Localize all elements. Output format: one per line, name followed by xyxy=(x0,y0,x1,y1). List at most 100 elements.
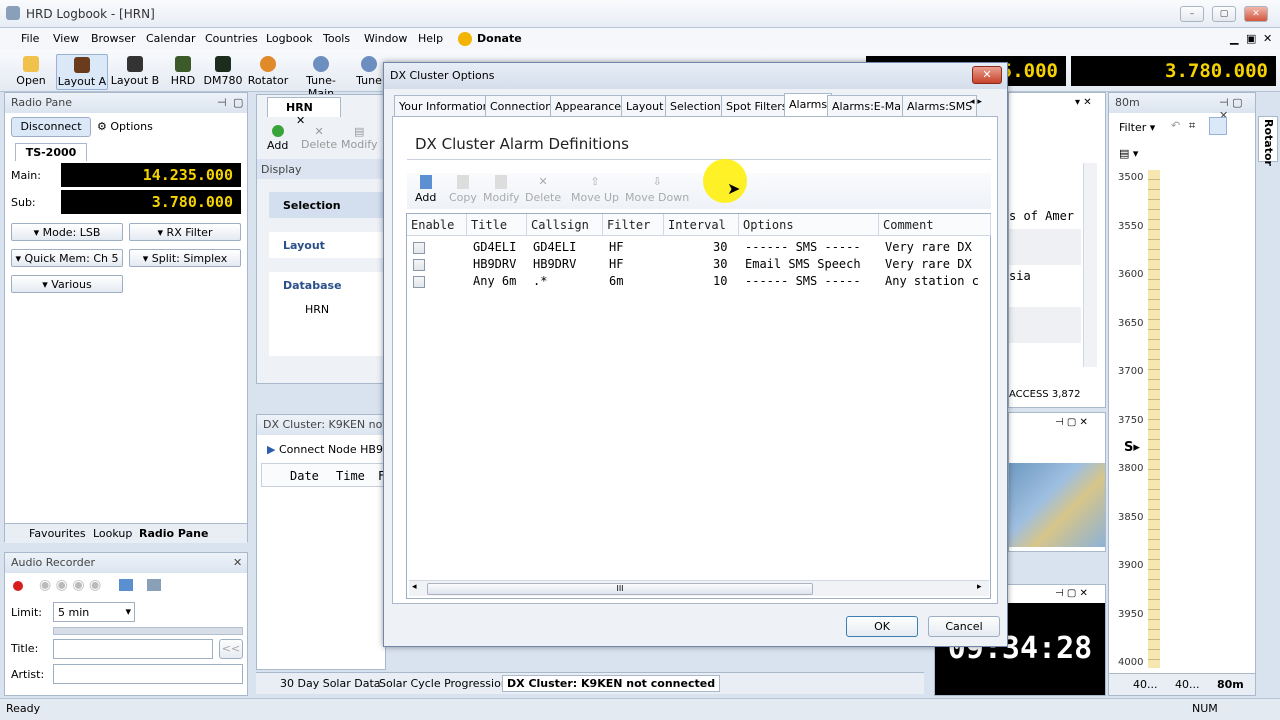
layout-item[interactable]: Layout xyxy=(269,232,385,258)
vertical-scrollbar[interactable] xyxy=(1083,163,1097,367)
mdi-minimize[interactable]: ▁ xyxy=(1230,32,1238,45)
tab-solar-data[interactable]: 30 Day Solar Data xyxy=(280,677,381,690)
alarm-move-down-button[interactable]: ⇩ Move Down xyxy=(625,175,689,204)
various-button[interactable]: ▾ Various xyxy=(11,275,123,293)
alarm-copy-button[interactable]: Copy xyxy=(449,175,477,204)
alarm-move-up-button[interactable]: ⇧ Move Up xyxy=(571,175,619,204)
scroll-left-icon[interactable]: ◂ xyxy=(412,582,417,592)
menu-browser[interactable]: Browser xyxy=(91,32,136,45)
open-button[interactable]: Open xyxy=(12,54,50,90)
col-time[interactable]: Time xyxy=(336,469,365,483)
cancel-button[interactable]: Cancel xyxy=(928,616,1000,637)
tab-solar-cycle[interactable]: Solar Cycle Progression xyxy=(379,677,508,690)
menu-view[interactable]: View xyxy=(53,32,79,45)
mode-button[interactable]: ▾ Mode: LSB xyxy=(11,223,123,241)
layout-a-button[interactable]: Layout A xyxy=(56,54,108,90)
menu-calendar[interactable]: Calendar xyxy=(146,32,195,45)
scroll-right-icon[interactable]: ▸ xyxy=(977,582,982,592)
tune-button[interactable]: Tune xyxy=(354,54,384,90)
hrn-modify-button[interactable]: ▤ Modify xyxy=(341,125,377,151)
alarm-delete-button[interactable]: ✕ Delete xyxy=(525,175,561,204)
rx-filter-button[interactable]: ▾ RX Filter xyxy=(129,223,241,241)
close-window-button[interactable]: ✕ xyxy=(1244,6,1268,22)
split-button[interactable]: ▾ Split: Simplex xyxy=(129,249,241,267)
hrn-delete-button[interactable]: ✕ Delete xyxy=(301,125,337,151)
pin-icon[interactable]: ⊣ xyxy=(217,96,227,109)
alarm-add-button[interactable]: Add xyxy=(415,175,436,204)
layout-b-button[interactable]: Layout B xyxy=(110,54,160,90)
selection-item[interactable]: Selection xyxy=(269,192,385,218)
options-button[interactable]: ⚙ Options xyxy=(97,120,153,133)
maximize-button[interactable]: ▢ xyxy=(1212,6,1236,22)
tab-alarms[interactable]: Alarms xyxy=(784,93,833,117)
connect-node-button[interactable]: ▶ Connect Node HB9D xyxy=(267,443,391,456)
float-icon[interactable]: ▢ xyxy=(233,96,243,109)
tab-alarms-sms[interactable]: Alarms:SMS xyxy=(902,95,978,117)
tab-dx-cluster[interactable]: DX Cluster: K9KEN not connected xyxy=(502,675,721,692)
hrd-button[interactable]: HRD xyxy=(168,54,198,90)
col-comment[interactable]: Comment xyxy=(879,214,991,236)
col-callsign[interactable]: Callsign xyxy=(527,214,603,236)
tab-hrn[interactable]: HRN ✕ xyxy=(267,97,341,127)
tab-favourites[interactable]: Favourites xyxy=(29,527,86,540)
col-title[interactable]: Title xyxy=(467,214,527,236)
minimize-button[interactable]: – xyxy=(1180,6,1204,22)
back-button[interactable]: << xyxy=(219,639,243,659)
tune-main-button[interactable]: Tune-Main xyxy=(294,54,348,100)
col-enable[interactable]: Enable xyxy=(407,214,467,236)
mdi-close[interactable]: ✕ xyxy=(1263,32,1272,45)
tab-connection[interactable]: Connection xyxy=(485,95,558,117)
horizontal-scrollbar[interactable]: ◂ III ▸ xyxy=(409,580,989,596)
undo-icon[interactable]: ↶ xyxy=(1171,119,1180,132)
menu-window[interactable]: Window xyxy=(364,32,407,45)
tab-spot-filters[interactable]: Spot Filters xyxy=(721,95,793,117)
tab-scroll-buttons[interactable]: ◂ ▸ xyxy=(970,97,982,107)
menu-help[interactable]: Help xyxy=(418,32,443,45)
artist-field[interactable] xyxy=(53,664,243,684)
tab-lookup[interactable]: Lookup xyxy=(93,527,132,540)
tab-radio-pane[interactable]: Radio Pane xyxy=(139,527,208,540)
enable-checkbox[interactable] xyxy=(413,259,425,271)
filter-button[interactable]: Filter ▾ xyxy=(1119,121,1155,134)
rotator-button[interactable]: Rotator xyxy=(247,54,289,90)
mdi-restore[interactable]: ▣ xyxy=(1246,32,1256,45)
folder-icon[interactable] xyxy=(119,579,133,591)
enable-checkbox[interactable] xyxy=(413,276,425,288)
quick-mem-button[interactable]: ▾ Quick Mem: Ch 5 xyxy=(11,249,123,267)
crop-icon[interactable]: ⌗ xyxy=(1189,119,1195,133)
tab-your-information[interactable]: Your Information xyxy=(394,95,495,117)
close-icon[interactable]: ✕ xyxy=(233,556,242,569)
tab-40-a[interactable]: 40... xyxy=(1133,678,1158,691)
record-icon[interactable] xyxy=(13,581,23,591)
tab-80m[interactable]: 80m xyxy=(1217,678,1244,691)
limit-select[interactable]: 5 min ▾ xyxy=(53,602,135,622)
clock-pane-controls[interactable]: ⊣ ▢ ✕ xyxy=(1055,588,1088,599)
col-filter[interactable]: Filter xyxy=(603,214,664,236)
playback-icons[interactable]: ◉ ◉ ◉ ◉ xyxy=(39,577,101,593)
dm780-button[interactable]: DM780 xyxy=(203,54,243,90)
select-icon[interactable] xyxy=(1209,117,1227,135)
col-interval[interactable]: Interval xyxy=(664,214,739,236)
map-pane-controls[interactable]: ⊣ ▢ ✕ xyxy=(1055,417,1088,428)
tab-appearance[interactable]: Appearance xyxy=(550,95,627,117)
title-field[interactable] xyxy=(53,639,213,659)
hrn-add-button[interactable]: Add xyxy=(267,125,288,152)
menu-countries[interactable]: Countries xyxy=(205,32,258,45)
menu-logbook[interactable]: Logbook xyxy=(266,32,312,45)
ok-button[interactable]: OK xyxy=(846,616,918,637)
tab-alarms-email[interactable]: Alarms:E-Mail xyxy=(827,95,913,117)
radio-model-tab[interactable]: TS-2000 xyxy=(15,143,87,161)
band-settings-icon[interactable]: ▤ ▾ xyxy=(1119,147,1138,160)
menu-tools[interactable]: Tools xyxy=(323,32,350,45)
menu-donate[interactable]: Donate xyxy=(477,32,522,45)
pane-controls[interactable]: ▾ ✕ xyxy=(1075,97,1092,108)
db-hrn-item[interactable]: HRN xyxy=(269,299,385,320)
col-options[interactable]: Options xyxy=(739,214,879,236)
tab-selection[interactable]: Selection xyxy=(665,95,726,117)
tab-layout[interactable]: Layout xyxy=(621,95,669,117)
tab-40-b[interactable]: 40... xyxy=(1175,678,1200,691)
disconnect-button[interactable]: Disconnect xyxy=(11,117,91,137)
settings-icon[interactable] xyxy=(147,579,161,591)
dialog-close-button[interactable]: ✕ xyxy=(972,66,1002,84)
alarm-modify-button[interactable]: Modify xyxy=(483,175,519,204)
